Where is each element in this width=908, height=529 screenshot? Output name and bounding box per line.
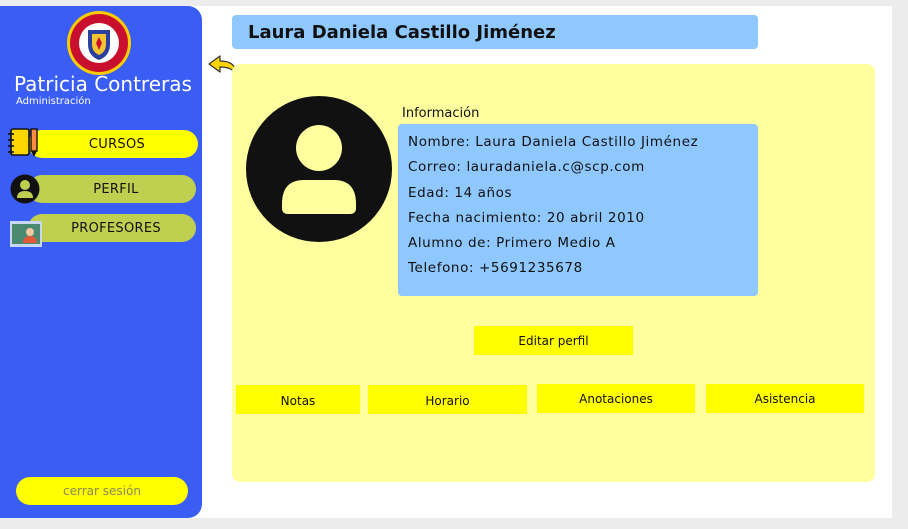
user-name: Patricia Contreras [14, 72, 192, 96]
logout-button[interactable]: cerrar sesión [16, 477, 188, 505]
sidebar-item-label: CURSOS [88, 136, 146, 152]
info-birthdate: Fecha nacimiento: 20 abril 2010 [408, 209, 645, 226]
tab-anotaciones[interactable]: Anotaciones [537, 384, 695, 413]
tab-asistencia[interactable]: Asistencia [706, 384, 864, 413]
info-box: Nombre: Laura Daniela Castillo Jiménez C… [398, 124, 758, 296]
school-crest-icon [67, 11, 131, 75]
sidebar-item-label: PERFIL [93, 181, 139, 197]
info-age: Edad: 14 años [408, 184, 513, 201]
sidebar-item-perfil[interactable]: PERFIL [28, 175, 196, 203]
student-name-header: Laura Daniela Castillo Jiménez [232, 15, 758, 49]
user-role: Administración [16, 96, 91, 107]
info-class: Alumno de: Primero Medio A [408, 235, 616, 252]
info-title: Información [402, 106, 480, 121]
sidebar-item-label: PROFESORES [71, 220, 161, 236]
edit-profile-button[interactable]: Editar perfil [474, 326, 633, 355]
notebook-pencil-icon [8, 128, 38, 157]
info-email: Correo: lauradaniela.c@scp.com [408, 159, 645, 176]
info-name: Nombre: Laura Daniela Castillo Jiménez [408, 134, 699, 150]
tab-notas[interactable]: Notas [236, 385, 360, 414]
user-avatar-icon [246, 96, 392, 242]
tab-horario[interactable]: Horario [368, 385, 527, 414]
info-phone: Telefono: +5691235678 [408, 260, 583, 277]
user-avatar-icon [10, 174, 40, 204]
sidebar-item-profesores[interactable]: PROFESORES [28, 214, 196, 242]
teacher-board-icon [10, 221, 42, 247]
sidebar-item-cursos[interactable]: CURSOS [28, 130, 198, 158]
